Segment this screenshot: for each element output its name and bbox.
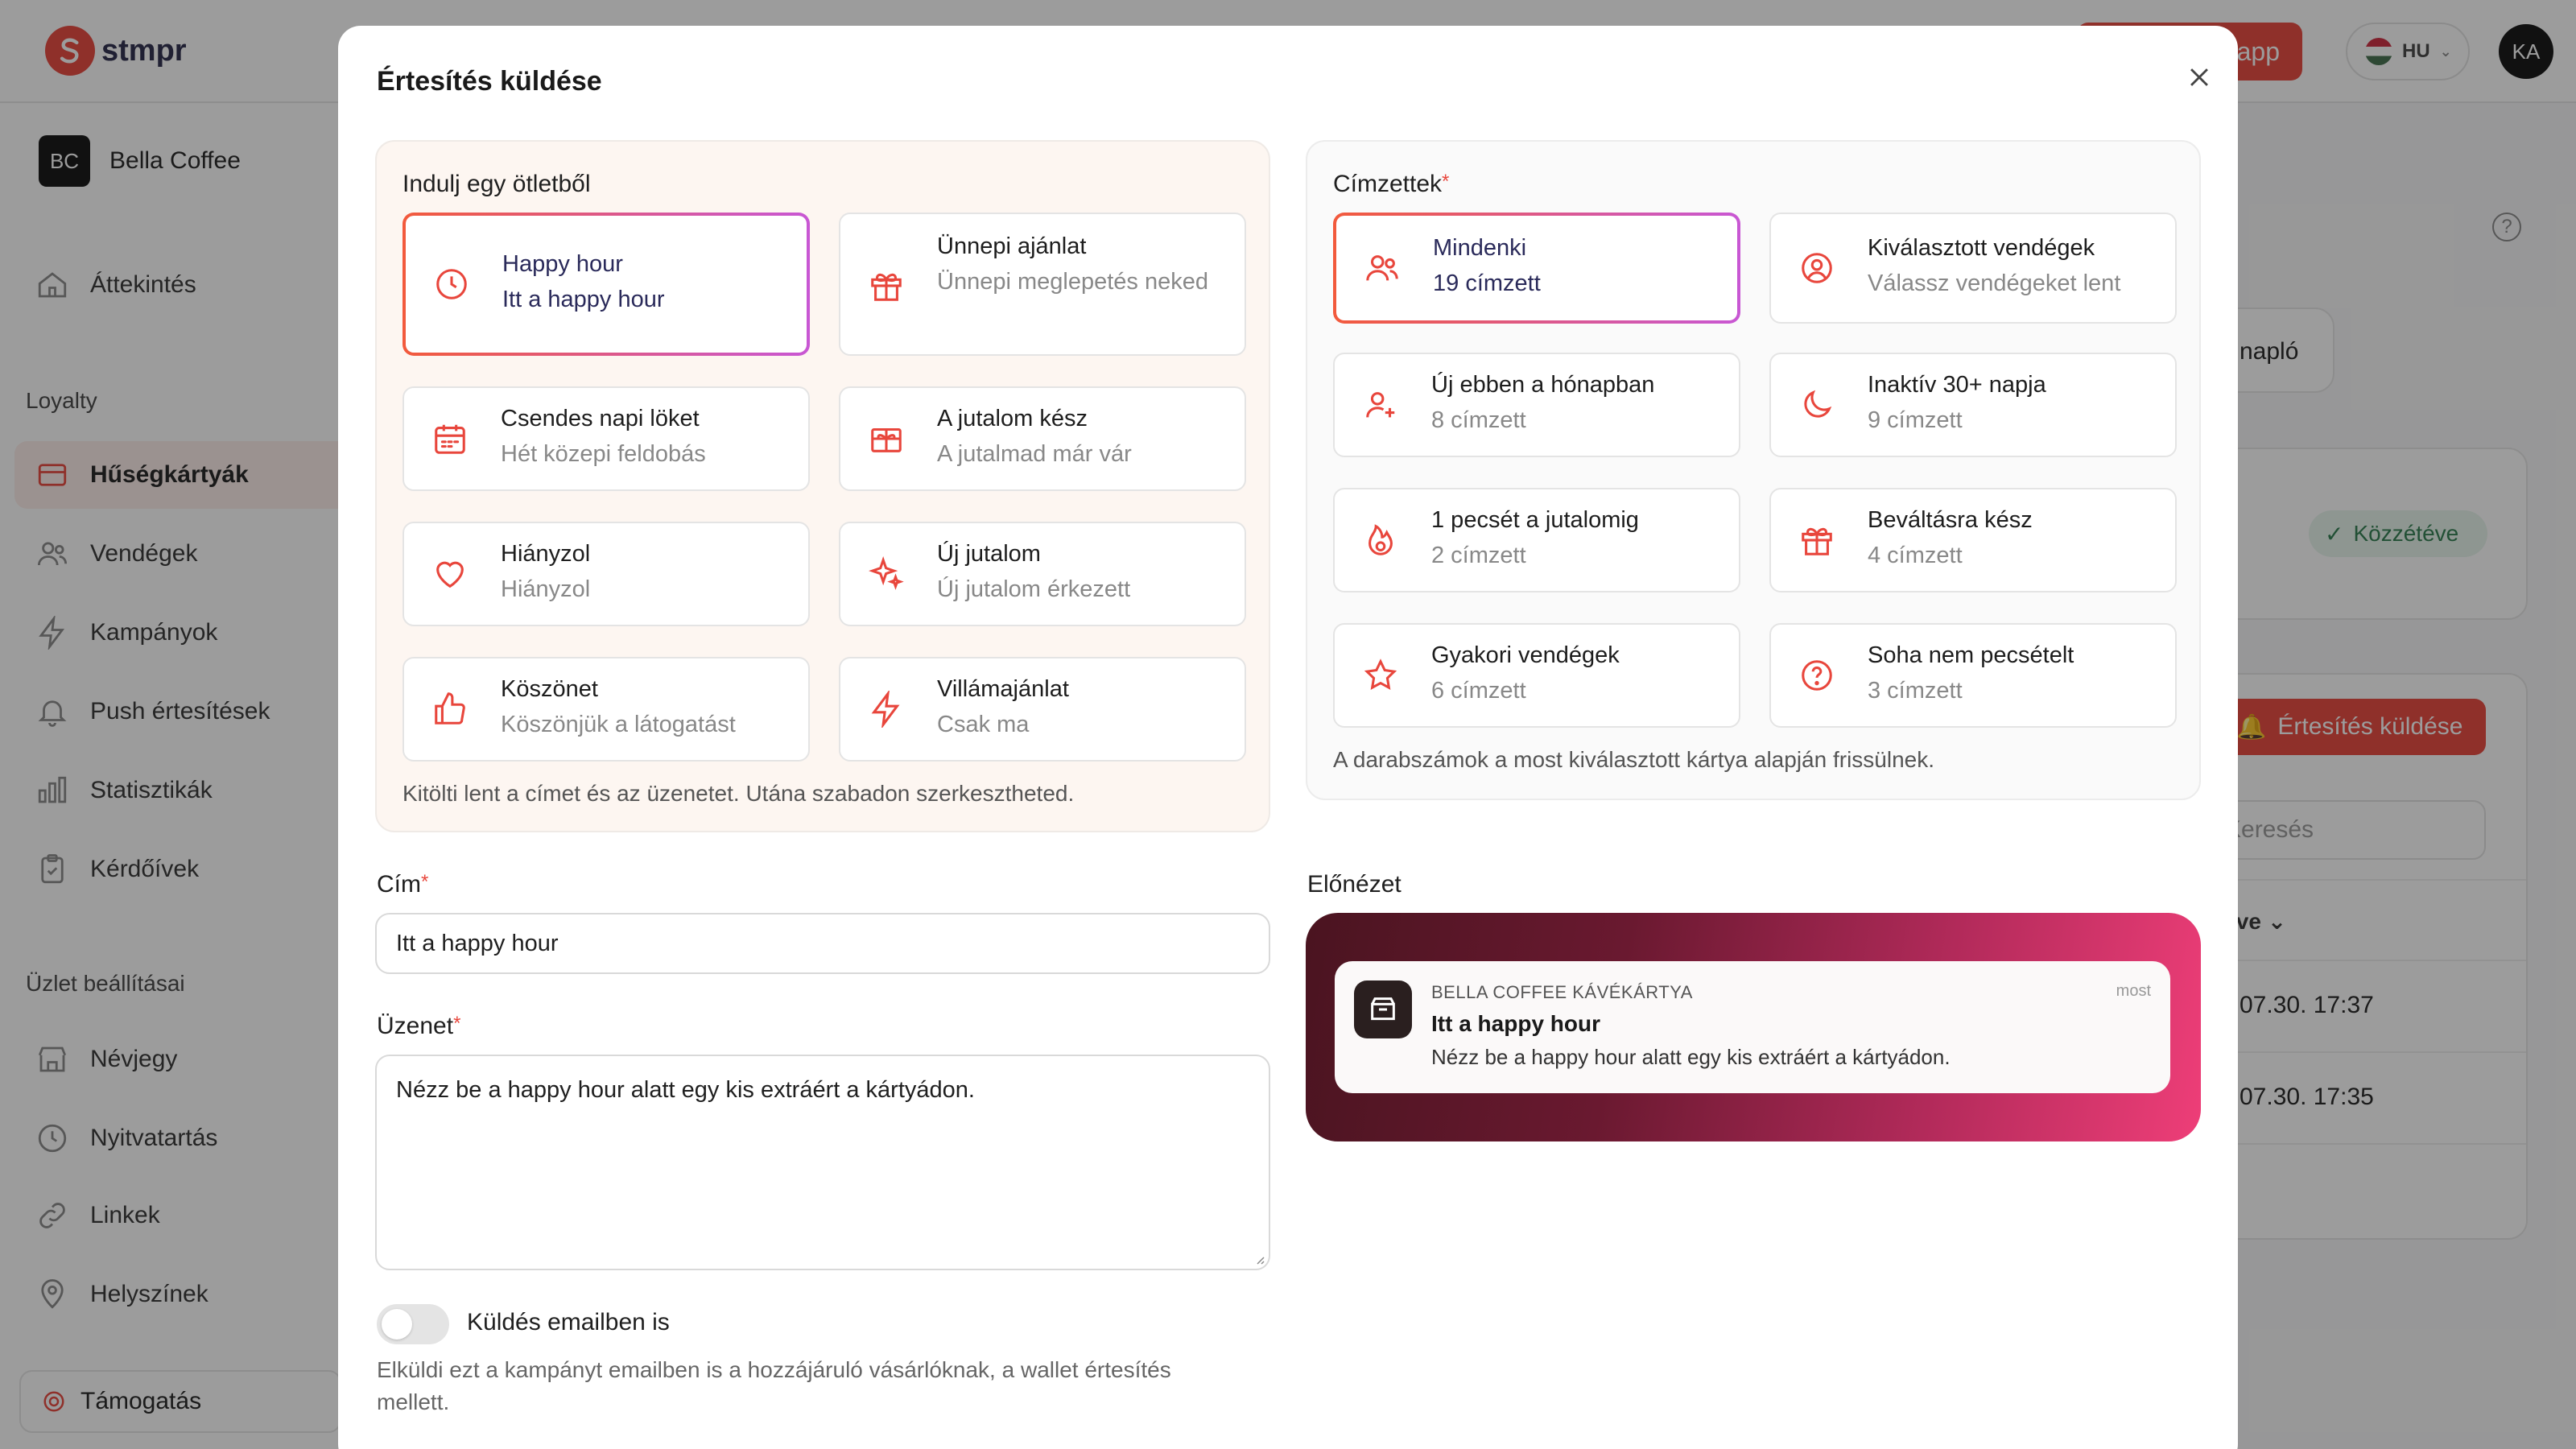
idea-option-holiday[interactable]: Ünnepi ajánlat Ünnepi meglepetés neked bbox=[839, 213, 1246, 356]
idea-option-happy-hour[interactable]: Happy hour Itt a happy hour bbox=[402, 213, 810, 356]
ideas-title: Indulj egy ötletből bbox=[402, 171, 591, 197]
message-textarea[interactable]: Nézz be a happy hour alatt egy kis extrá… bbox=[375, 1055, 1270, 1270]
user-plus-icon bbox=[1359, 383, 1402, 427]
option-subtitle: Új jutalom érkezett bbox=[937, 576, 1131, 602]
recipient-option-everyone[interactable]: Mindenki 19 címzett bbox=[1333, 213, 1740, 324]
option-subtitle: Csak ma bbox=[937, 712, 1030, 737]
modal-title: Értesítés küldése bbox=[377, 66, 602, 97]
option-title: Beváltásra kész bbox=[1868, 507, 2033, 533]
required-mark: * bbox=[1442, 171, 1450, 192]
recipients-title-text: Címzettek bbox=[1333, 171, 1443, 197]
required-mark: * bbox=[421, 871, 429, 893]
option-subtitle: 9 címzett bbox=[1868, 407, 1963, 433]
option-subtitle: Köszönjük a látogatást bbox=[501, 712, 736, 737]
users-icon bbox=[1360, 246, 1404, 290]
option-subtitle: 8 címzett bbox=[1431, 407, 1526, 433]
required-mark: * bbox=[453, 1013, 461, 1034]
send-notification-modal: Értesítés küldése Indulj egy ötletből Ha… bbox=[338, 26, 2238, 1449]
option-title: A jutalom kész bbox=[937, 406, 1088, 431]
title-input[interactable]: Itt a happy hour bbox=[375, 913, 1270, 974]
preview-app-name: BELLA COFFEE KÁVÉKÁRTYA bbox=[1431, 982, 1693, 1002]
recipient-option-frequent[interactable]: Gyakori vendégek 6 címzett bbox=[1333, 623, 1740, 728]
wallet-card-icon bbox=[1354, 980, 1412, 1038]
option-title: Mindenki bbox=[1433, 235, 1527, 261]
bolt-icon bbox=[865, 687, 908, 731]
option-subtitle: 2 címzett bbox=[1431, 543, 1526, 568]
ideas-note: Kitölti lent a címet és az üzenetet. Utá… bbox=[402, 781, 1075, 806]
preview-title: Itt a happy hour bbox=[1431, 1011, 1600, 1036]
option-subtitle: 4 címzett bbox=[1868, 543, 1963, 568]
preview-body: Nézz be a happy hour alatt egy kis extrá… bbox=[1431, 1045, 1951, 1069]
option-title: Új ebben a hónapban bbox=[1431, 372, 1655, 398]
option-title: Köszönet bbox=[501, 676, 598, 702]
close-button[interactable] bbox=[2175, 53, 2223, 101]
title-input-value: Itt a happy hour bbox=[396, 930, 559, 956]
toggle-knob bbox=[382, 1309, 412, 1340]
option-title: Villámajánlat bbox=[937, 676, 1069, 702]
message-label: Üzenet* bbox=[377, 1013, 460, 1040]
recipients-note: A darabszámok a most kiválasztott kártya… bbox=[1333, 747, 1935, 772]
recipient-option-inactive[interactable]: Inaktív 30+ napja 9 címzett bbox=[1769, 353, 2177, 457]
idea-option-reward-ready[interactable]: A jutalom kész A jutalmad már vár bbox=[839, 386, 1246, 491]
option-title: Happy hour bbox=[502, 251, 623, 277]
email-help-text: Elküldi ezt a kampányt emailben is a hoz… bbox=[377, 1357, 1171, 1414]
option-title: Hiányzol bbox=[501, 541, 591, 567]
option-subtitle: Ünnepi meglepetés neked bbox=[937, 269, 1208, 295]
gift-icon bbox=[865, 264, 908, 308]
recipient-option-one-stamp[interactable]: 1 pecsét a jutalomig 2 címzett bbox=[1333, 488, 1740, 592]
user-circle-icon bbox=[1795, 246, 1839, 290]
heart-icon bbox=[428, 552, 472, 596]
option-subtitle: 3 címzett bbox=[1868, 678, 1963, 704]
email-toggle-label: Küldés emailben is bbox=[467, 1309, 670, 1335]
recipient-option-ready-to-redeem[interactable]: Beváltásra kész 4 címzett bbox=[1769, 488, 2177, 592]
moon-icon bbox=[1795, 383, 1839, 427]
clock-icon bbox=[430, 262, 473, 306]
option-title: Inaktív 30+ napja bbox=[1868, 372, 2046, 398]
option-title: 1 pecsét a jutalomig bbox=[1431, 507, 1639, 533]
preview-time: most bbox=[2116, 982, 2151, 1000]
title-label: Cím* bbox=[377, 871, 428, 898]
option-subtitle: Itt a happy hour bbox=[502, 287, 665, 312]
title-label-text: Cím bbox=[377, 871, 421, 898]
gift-box-icon bbox=[865, 417, 908, 460]
calendar-icon bbox=[428, 417, 472, 460]
idea-option-quiet-day[interactable]: Csendes napi löket Hét közepi feldobás bbox=[402, 386, 810, 491]
resize-handle-icon[interactable] bbox=[1253, 1253, 1265, 1265]
recipient-option-never-stamped[interactable]: Soha nem pecsételt 3 címzett bbox=[1769, 623, 2177, 728]
option-subtitle: Hiányzol bbox=[501, 576, 591, 602]
preview-notification-card: BELLA COFFEE KÁVÉKÁRTYA most Itt a happy… bbox=[1335, 961, 2170, 1093]
close-icon bbox=[2190, 68, 2208, 86]
option-subtitle: Válassz vendégeket lent bbox=[1868, 270, 2121, 296]
recipients-panel: Címzettek* Mindenki 19 címzett Kiválaszto… bbox=[1306, 140, 2201, 800]
flame-icon bbox=[1359, 518, 1402, 562]
gift-icon bbox=[1795, 518, 1839, 562]
option-subtitle: Hét közepi feldobás bbox=[501, 441, 706, 467]
option-subtitle: 6 címzett bbox=[1431, 678, 1526, 704]
option-title: Soha nem pecsételt bbox=[1868, 642, 2074, 668]
option-title: Ünnepi ajánlat bbox=[937, 233, 1087, 259]
message-label-text: Üzenet bbox=[377, 1013, 454, 1039]
option-subtitle: A jutalmad már vár bbox=[937, 441, 1132, 467]
option-title: Csendes napi löket bbox=[501, 406, 700, 431]
idea-option-miss-you[interactable]: Hiányzol Hiányzol bbox=[402, 522, 810, 626]
recipient-option-new-this-month[interactable]: Új ebben a hónapban 8 címzett bbox=[1333, 353, 1740, 457]
option-title: Új jutalom bbox=[937, 541, 1041, 567]
ideas-panel: Indulj egy ötletből Happy hour Itt a happ… bbox=[375, 140, 1270, 832]
recipient-option-selected-guests[interactable]: Kiválasztott vendégek Válassz vendégeket … bbox=[1769, 213, 2177, 324]
star-icon bbox=[1359, 654, 1402, 697]
notification-preview: BELLA COFFEE KÁVÉKÁRTYA most Itt a happy… bbox=[1306, 913, 2201, 1141]
email-toggle[interactable] bbox=[377, 1304, 449, 1344]
thumbs-up-icon bbox=[428, 687, 472, 731]
sparkles-icon bbox=[865, 552, 908, 596]
option-subtitle: 19 címzett bbox=[1433, 270, 1541, 296]
option-title: Kiválasztott vendégek bbox=[1868, 235, 2095, 261]
option-title: Gyakori vendégek bbox=[1431, 642, 1620, 668]
question-circle-icon bbox=[1795, 654, 1839, 697]
preview-label: Előnézet bbox=[1307, 871, 1402, 898]
idea-option-new-reward[interactable]: Új jutalom Új jutalom érkezett bbox=[839, 522, 1246, 626]
message-value: Nézz be a happy hour alatt egy kis extrá… bbox=[396, 1077, 975, 1103]
idea-option-thanks[interactable]: Köszönet Köszönjük a látogatást bbox=[402, 657, 810, 762]
idea-option-flash-offer[interactable]: Villámajánlat Csak ma bbox=[839, 657, 1246, 762]
recipients-title: Címzettek* bbox=[1333, 171, 1449, 198]
